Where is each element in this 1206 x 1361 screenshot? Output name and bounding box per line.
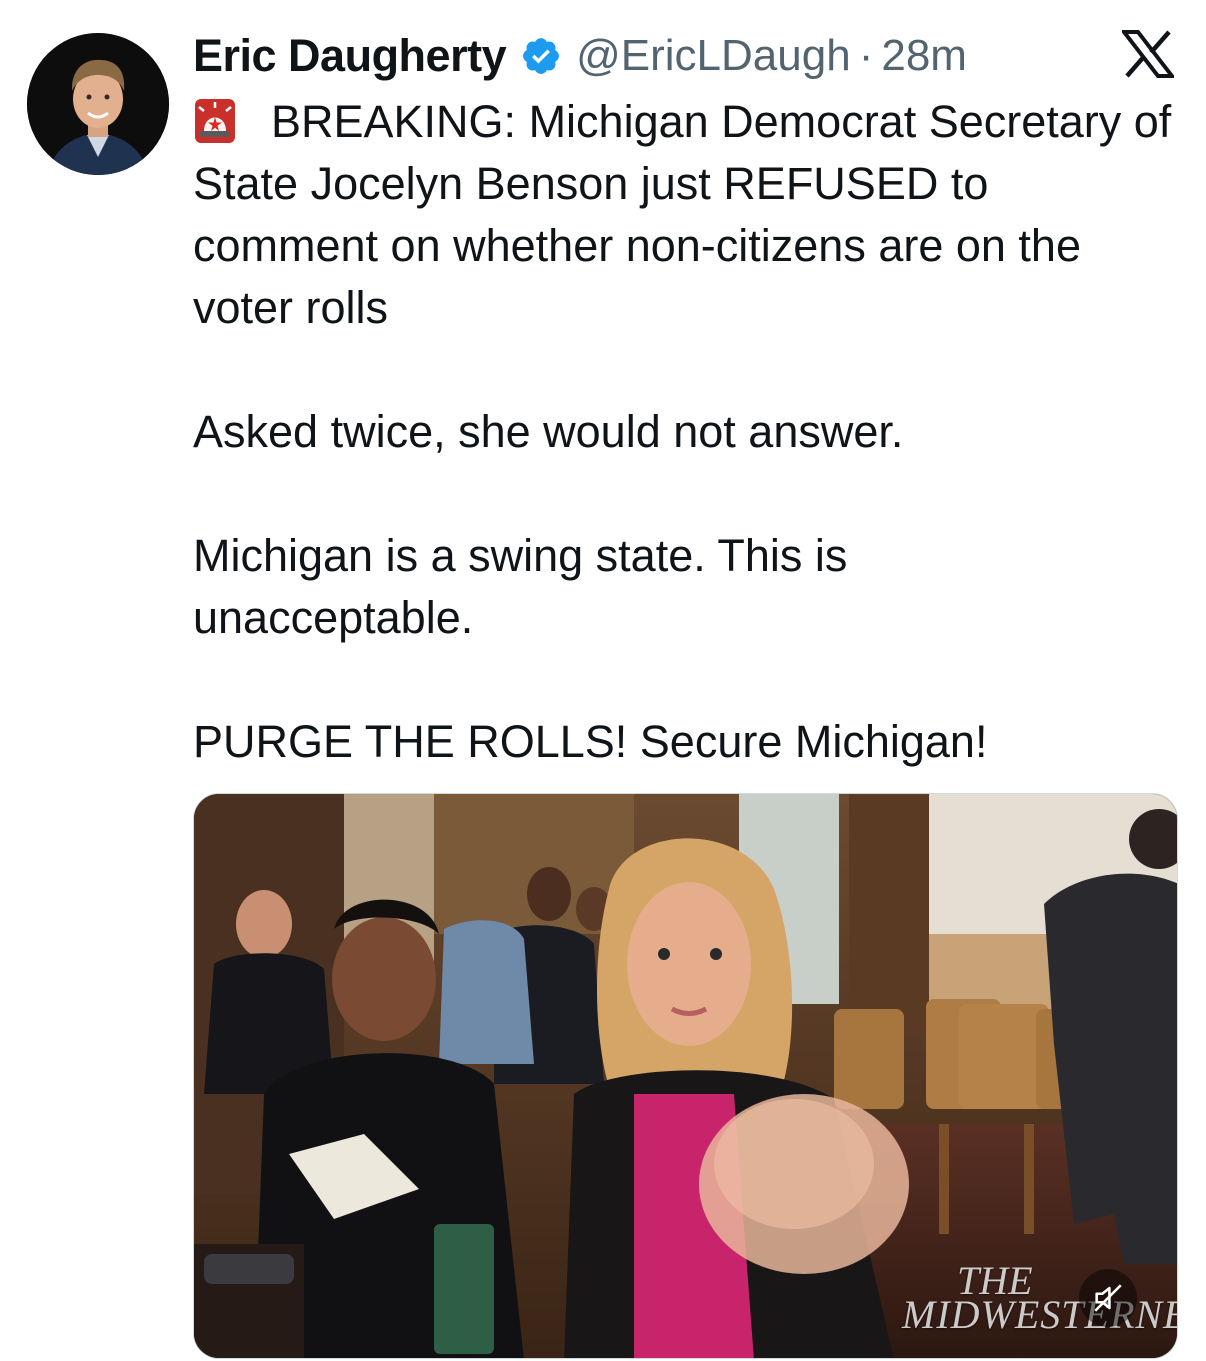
siren-emoji-icon bbox=[193, 97, 237, 145]
author-name[interactable]: Eric Daugherty bbox=[193, 30, 507, 82]
mute-button[interactable] bbox=[1079, 1269, 1137, 1327]
separator-dot: · bbox=[858, 31, 874, 80]
avatar[interactable] bbox=[27, 33, 169, 175]
author-handle[interactable]: @EricLDaugh bbox=[576, 31, 851, 81]
verified-badge-icon bbox=[520, 35, 562, 77]
x-logo-icon bbox=[1119, 30, 1177, 78]
tweet-line-breaking: BREAKING: Michigan Democrat Secretary of… bbox=[193, 96, 1172, 333]
tweet-paragraph: Michigan is a swing state. This is unacc… bbox=[193, 530, 848, 643]
tweet-body: BREAKING: Michigan Democrat Secretary of… bbox=[193, 91, 1183, 773]
post-time[interactable]: 28m bbox=[881, 31, 967, 81]
tweet-paragraph: PURGE THE ROLLS! Secure Michigan! bbox=[193, 716, 988, 767]
tweet-paragraph: BREAKING: Michigan Democrat Secretary of… bbox=[193, 91, 1183, 339]
tweet-header: Eric Daugherty @EricLDaugh · 28m bbox=[193, 26, 967, 86]
video-player[interactable]: THE MIDWESTERNER bbox=[193, 793, 1178, 1359]
tweet-paragraph: Asked twice, she would not answer. bbox=[193, 406, 904, 457]
speaker-muted-icon bbox=[1091, 1281, 1125, 1315]
